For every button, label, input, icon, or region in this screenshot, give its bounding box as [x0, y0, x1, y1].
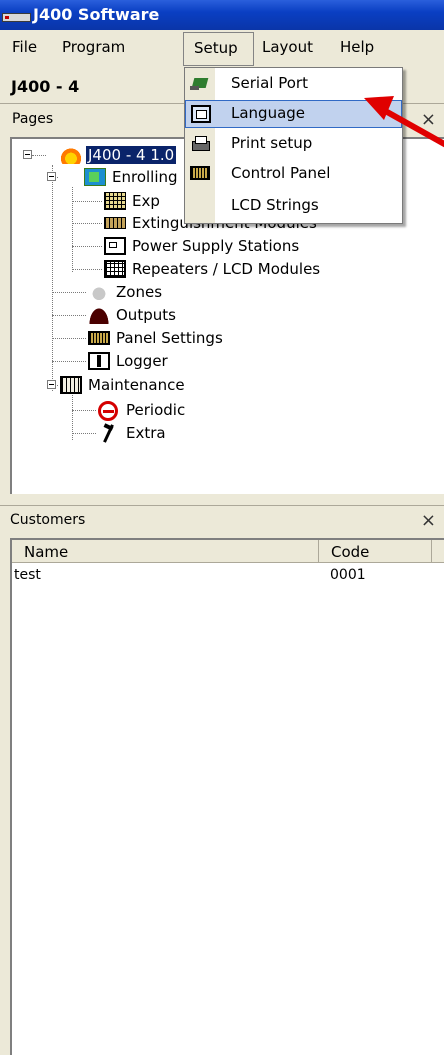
tree-node-power-supply[interactable]: Power Supply Stations [104, 235, 404, 257]
printer-icon [190, 134, 210, 152]
cell-customer-code[interactable]: 0001 [330, 567, 366, 583]
tree-connector [72, 246, 102, 247]
tree-node-extra[interactable]: Extra [98, 422, 298, 444]
tree-node-label: Panel Settings [116, 329, 223, 347]
menu-program[interactable]: Program [62, 38, 125, 56]
tree-connector [72, 201, 102, 202]
tree-connector [52, 361, 86, 362]
menu-setup[interactable]: Setup [183, 32, 254, 66]
repeater-icon [104, 260, 126, 278]
tree-node-outputs[interactable]: Outputs [88, 304, 288, 326]
maintenance-icon [60, 376, 82, 394]
tree-connector [72, 410, 96, 411]
menu-setup-label: Setup [194, 39, 238, 57]
tree-connector [52, 338, 86, 339]
tree-connector [52, 165, 53, 391]
panel-icon [88, 331, 110, 345]
column-header-label: Name [24, 543, 69, 561]
extinguishment-icon [104, 217, 126, 229]
device-label: J400 - 4 [11, 77, 80, 96]
column-header-label: Code [331, 543, 370, 561]
tree-collapse-toggle[interactable] [47, 380, 56, 389]
column-header-name[interactable]: Name [12, 540, 319, 563]
menu-item-label: Language [231, 104, 306, 122]
menu-item-label: Serial Port [231, 74, 308, 92]
separator [0, 505, 444, 506]
control-panel-icon [190, 166, 210, 180]
fire-icon [60, 146, 82, 164]
customers-list: Name Code test 0001 [10, 538, 444, 1055]
pages-pane-title: Pages [12, 111, 54, 127]
tree-node-panel-settings[interactable]: Panel Settings [88, 327, 308, 349]
serial-port-icon [190, 74, 210, 92]
tree-connector [32, 155, 46, 156]
bell-icon [88, 306, 110, 324]
tree-connector [72, 187, 73, 272]
menu-item-label: LCD Strings [231, 196, 319, 214]
tree-node-maintenance[interactable]: Maintenance [60, 374, 280, 396]
power-supply-icon [104, 237, 126, 255]
tree-node-label: Extra [126, 424, 166, 442]
module-grid-icon [104, 192, 126, 210]
tree-collapse-toggle[interactable] [47, 172, 56, 181]
menu-help[interactable]: Help [340, 38, 374, 56]
tree-node-label: Power Supply Stations [132, 237, 300, 255]
menu-layout[interactable]: Layout [262, 38, 313, 56]
app-window: J400 Software File Program Setup Layout … [0, 0, 444, 1055]
menu-item-lcd-strings[interactable]: LCD Strings [185, 192, 402, 220]
menu-item-control-panel[interactable]: Control Panel [185, 160, 402, 188]
column-header-code[interactable]: Code [319, 540, 432, 563]
tree-node-periodic[interactable]: Periodic [98, 399, 298, 421]
title-bar[interactable]: J400 Software [0, 0, 444, 30]
menu-file[interactable]: File [12, 38, 37, 56]
tree-connector [72, 433, 96, 434]
annotation-arrow-icon [364, 96, 444, 148]
tree-node-zones[interactable]: Zones [88, 281, 288, 303]
enrolling-icon [84, 168, 106, 186]
tree-node-label: J400 - 4 1.0 [86, 146, 177, 164]
tree-node-label: Logger [116, 352, 168, 370]
tree-connector [72, 269, 102, 270]
tree-node-label: Maintenance [88, 376, 185, 394]
tree-node-label: Repeaters / LCD Modules [132, 260, 321, 278]
tree-node-label: Zones [116, 283, 163, 301]
wrench-icon [98, 424, 120, 442]
column-header-filler [432, 540, 444, 563]
tree-connector [52, 292, 86, 293]
language-icon [191, 105, 211, 123]
tree-collapse-toggle[interactable] [23, 150, 32, 159]
menu-item-label: Print setup [231, 134, 313, 152]
periodic-icon [98, 401, 118, 421]
customers-pane-header: Customers × [0, 509, 444, 533]
tree-connector [52, 315, 86, 316]
cell-customer-name[interactable]: test [14, 567, 41, 583]
tree-node-repeaters[interactable]: Repeaters / LCD Modules [104, 258, 434, 280]
tree-node-label: Enrolling [112, 168, 178, 186]
tree-node-label: Periodic [126, 401, 186, 419]
app-logo-icon [2, 13, 31, 22]
tree-connector [72, 223, 102, 224]
customers-pane-title: Customers [10, 512, 86, 528]
window-title: J400 Software [33, 5, 160, 24]
menu-item-label: Control Panel [231, 164, 331, 182]
detector-icon [88, 283, 110, 301]
logger-icon [88, 352, 110, 370]
tree-node-label: Exp [132, 192, 160, 210]
customers-close-icon[interactable]: × [421, 510, 436, 531]
tree-node-logger[interactable]: Logger [88, 350, 288, 372]
tree-node-label: Outputs [116, 306, 176, 324]
